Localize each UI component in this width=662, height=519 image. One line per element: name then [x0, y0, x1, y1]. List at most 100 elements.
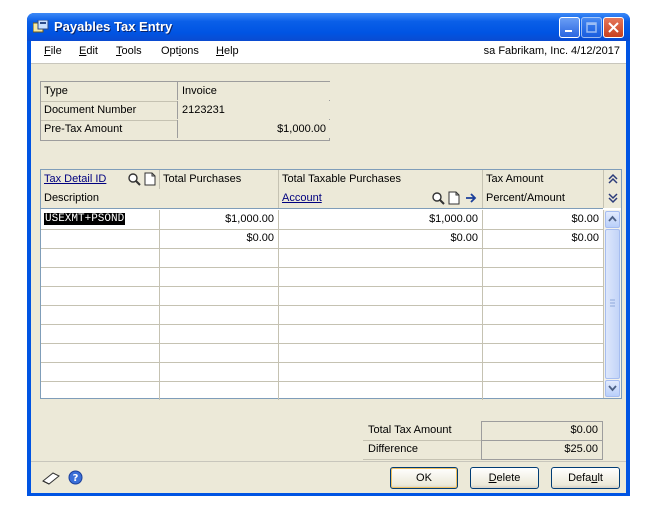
empty-cell[interactable] [483, 362, 603, 381]
empty-cell[interactable] [279, 248, 483, 267]
description-cell[interactable] [41, 229, 160, 248]
close-button[interactable] [603, 17, 624, 38]
document-number-row: Document Number 2123231 [41, 101, 330, 121]
type-row: Type Invoice [41, 82, 330, 102]
empty-cell[interactable] [41, 381, 160, 400]
header-tax-amount: Tax Amount [483, 170, 602, 189]
table-row[interactable] [41, 381, 603, 400]
maximize-button[interactable] [581, 17, 602, 38]
empty-cell[interactable] [41, 324, 160, 343]
tax-detail-id-value[interactable]: USEXMT+PSOND [44, 213, 126, 225]
empty-cell[interactable] [483, 343, 603, 362]
empty-cell[interactable] [41, 362, 160, 381]
empty-cell[interactable] [160, 286, 279, 305]
menu-help[interactable]: Help [216, 45, 239, 57]
empty-cell[interactable] [41, 248, 160, 267]
empty-cell[interactable] [279, 362, 483, 381]
header-total-taxable-purchases: Total Taxable Purchases [279, 170, 483, 189]
empty-cell[interactable] [160, 248, 279, 267]
account-lookup-magnifier-icon[interactable] [431, 191, 445, 205]
ok-button[interactable]: OK [390, 467, 458, 489]
table-row[interactable] [41, 362, 603, 382]
menu-options[interactable]: Options [161, 45, 199, 57]
expand-rows-button[interactable] [603, 189, 621, 208]
scroll-down-button[interactable] [605, 380, 620, 397]
empty-cell[interactable] [160, 267, 279, 286]
scroll-thumb[interactable] [605, 229, 620, 379]
help-icon[interactable]: ? [68, 470, 83, 485]
table-row[interactable] [41, 305, 603, 325]
taxable-purchases-cell[interactable]: $1,000.00 [279, 210, 483, 229]
percent-amount-header-label: Percent/Amount [486, 192, 565, 204]
total-tax-amount-field: $0.00 [481, 421, 603, 441]
empty-cell[interactable] [483, 286, 603, 305]
menu-edit[interactable]: Edit [79, 45, 98, 57]
empty-cell[interactable] [41, 343, 160, 362]
empty-cell[interactable] [41, 267, 160, 286]
default-button[interactable]: Default [551, 467, 620, 489]
minimize-button[interactable] [559, 17, 580, 38]
empty-cell[interactable] [279, 286, 483, 305]
table-row[interactable]: $0.00 $0.00 $0.00 [41, 229, 603, 249]
tax-detail-grid: Tax Detail ID Total Purchases Total Taxa… [40, 169, 622, 400]
document-number-label: Document Number [44, 104, 137, 116]
table-row[interactable]: USEXMT+PSOND $1,000.00 $1,000.00 $0.00 [41, 210, 603, 230]
grid-vertical-scrollbar[interactable] [603, 210, 621, 398]
empty-cell[interactable] [160, 305, 279, 324]
empty-cell[interactable] [41, 305, 160, 324]
menu-file[interactable]: File [44, 45, 62, 57]
grid-rows: USEXMT+PSOND $1,000.00 $1,000.00 $0.00 $… [41, 210, 603, 400]
taxable-purchases-cell[interactable]: $0.00 [279, 229, 483, 248]
table-row[interactable] [41, 343, 603, 363]
table-row[interactable] [41, 248, 603, 268]
grip-icon [610, 299, 615, 307]
new-document-icon[interactable] [143, 172, 157, 186]
empty-cell[interactable] [160, 324, 279, 343]
empty-cell[interactable] [279, 381, 483, 400]
scroll-up-button[interactable] [605, 211, 620, 228]
empty-cell[interactable] [279, 305, 483, 324]
empty-cell[interactable] [483, 248, 603, 267]
tax-detail-id-cell[interactable]: USEXMT+PSOND [41, 210, 160, 229]
title-bar[interactable]: Payables Tax Entry [27, 13, 630, 41]
account-link[interactable]: Account [282, 192, 322, 204]
collapse-rows-button[interactable] [603, 170, 621, 189]
delete-button[interactable]: Delete [470, 467, 539, 489]
tax-detail-id-link[interactable]: Tax Detail ID [44, 173, 106, 185]
empty-cell[interactable] [483, 267, 603, 286]
table-row[interactable] [41, 267, 603, 287]
difference-label: Difference [368, 443, 418, 455]
window-title: Payables Tax Entry [54, 19, 173, 34]
table-row[interactable] [41, 286, 603, 306]
bottom-button-bar: ? OK Delete Default [31, 461, 626, 493]
total-purchases-cell[interactable]: $0.00 [160, 229, 279, 248]
empty-cell[interactable] [483, 305, 603, 324]
empty-cell[interactable] [279, 267, 483, 286]
chevron-up-icon [608, 215, 617, 222]
empty-cell[interactable] [279, 343, 483, 362]
empty-cell[interactable] [483, 381, 603, 400]
document-number-value: 2123231 [182, 104, 225, 116]
description-header-label: Description [44, 192, 100, 204]
tax-amount-cell[interactable]: $0.00 [483, 210, 603, 229]
tax-amount-cell[interactable]: $0.00 [483, 229, 603, 248]
empty-cell[interactable] [160, 362, 279, 381]
empty-cell[interactable] [160, 381, 279, 400]
note-icon[interactable] [41, 470, 61, 486]
lookup-magnifier-icon[interactable] [127, 172, 141, 186]
user-company-date: sa Fabrikam, Inc. 4/12/2017 [483, 45, 620, 57]
empty-cell[interactable] [160, 343, 279, 362]
grid-header-row-2: Description Account Percent/Amount [41, 189, 603, 209]
pretax-amount-value: $1,000.00 [277, 123, 326, 135]
expand-arrow-icon[interactable] [464, 191, 478, 205]
empty-cell[interactable] [483, 324, 603, 343]
table-row[interactable] [41, 324, 603, 344]
difference-field: $25.00 [481, 440, 603, 460]
empty-cell[interactable] [279, 324, 483, 343]
total-purchases-value: $1,000.00 [225, 213, 274, 225]
total-purchases-cell[interactable]: $1,000.00 [160, 210, 279, 229]
double-chevron-up-icon [607, 173, 618, 184]
empty-cell[interactable] [41, 286, 160, 305]
menu-tools[interactable]: Tools [116, 45, 142, 57]
account-new-document-icon[interactable] [447, 191, 461, 205]
